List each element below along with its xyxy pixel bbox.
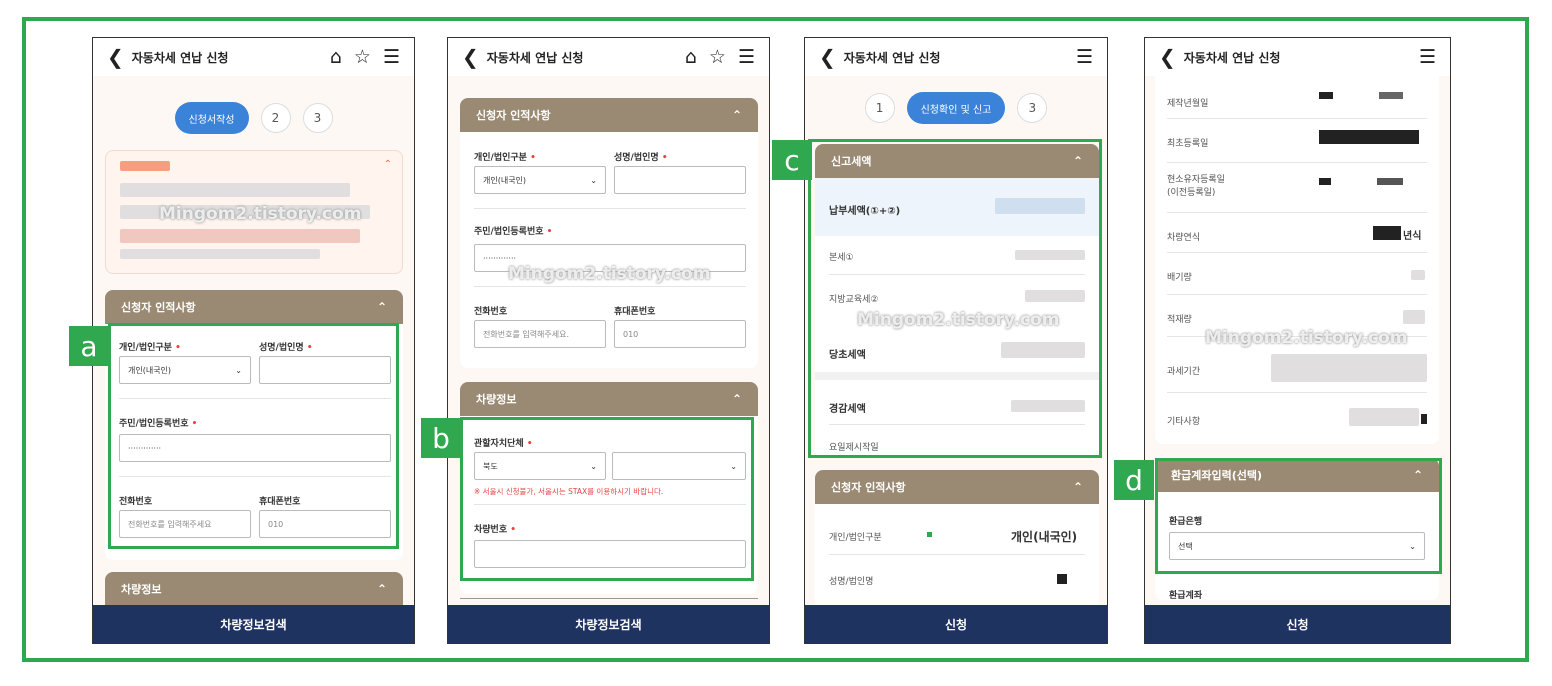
step-1: 신청서작성 <box>174 102 249 134</box>
section-title: 차량정보 <box>121 583 162 596</box>
type-label: 개인/법인구분 <box>829 533 882 543</box>
app-header: ❮ 자동차세 연납 신청 ☰ <box>805 38 1107 76</box>
page-title: 자동차세 연납 신청 <box>131 50 229 65</box>
step-3: 3 <box>302 103 333 133</box>
chevron-up-icon[interactable]: ⌃ <box>1073 480 1083 494</box>
page-title: 자동차세 연납 신청 <box>1183 50 1281 65</box>
vehicle-detail-card: 제작년월일 최초등록일 현소유자등록일 (이전등록일) 차량연식 년식 배기량 … <box>1155 74 1439 444</box>
app-header: ❮ 자동차세 연납 신청 ⌂ ☆ ☰ <box>448 38 769 76</box>
detail-row-label: 차량연식 <box>1167 233 1201 243</box>
watermark: Mingom2.tistory.com <box>508 264 711 284</box>
section-header-applicant[interactable]: 신청자 인적사항 ⌃ <box>815 470 1099 504</box>
detail-row-label: 최초등록일 <box>1167 139 1209 149</box>
label-b: b <box>421 418 461 458</box>
section-title: 신청자 인적사항 <box>831 481 906 494</box>
name-input[interactable] <box>614 166 746 194</box>
section-header-applicant[interactable]: 신청자 인적사항 ⌃ <box>105 290 403 324</box>
step-indicator: 1 신청확인 및 신고 3 <box>805 92 1107 124</box>
name-label: 성명/법인명 <box>829 577 874 587</box>
phone-label: 전화번호 <box>474 307 508 317</box>
section-header-vehicle[interactable]: 차량정보 ⌃ <box>105 572 403 606</box>
detail-row-label: 배기량 <box>1167 273 1192 283</box>
label-d: d <box>1114 460 1154 500</box>
highlight-b <box>460 417 754 581</box>
highlight-d <box>1155 458 1442 574</box>
regno-label: 주민/법인등록번호 • <box>474 227 553 237</box>
menu-icon[interactable]: ☰ <box>738 47 755 67</box>
chevron-up-icon[interactable]: ⌃ <box>377 582 387 596</box>
section-title: 신청자 인적사항 <box>121 301 196 314</box>
page-title: 자동차세 연납 신청 <box>486 50 584 65</box>
back-icon[interactable]: ❮ <box>107 47 124 67</box>
home-icon[interactable]: ⌂ <box>330 47 342 67</box>
account-label: 환급계좌 <box>1169 591 1203 600</box>
home-icon[interactable]: ⌂ <box>685 47 697 67</box>
type-label: 개인/법인구분 • <box>474 153 536 163</box>
watermark: Mingom2.tistory.com <box>1205 328 1408 348</box>
app-header: ❮ 자동차세 연납 신청 ⌂ ☆ ☰ <box>93 38 414 76</box>
detail-row-label: 적재량 <box>1167 315 1192 325</box>
vehicle-search-button[interactable]: 차량정보검색 <box>448 605 769 643</box>
apply-button[interactable]: 신청 <box>1145 605 1450 643</box>
label-c: c <box>772 140 812 180</box>
vehicle-search-button[interactable]: 차량정보검색 <box>93 605 414 643</box>
name-label: 성명/법인명 • <box>614 153 668 163</box>
label-a: a <box>69 326 109 366</box>
detail-row-label: 과세기간 <box>1167 367 1201 377</box>
star-icon[interactable]: ☆ <box>354 47 371 67</box>
star-icon[interactable]: ☆ <box>709 47 726 67</box>
applicant-card: 신청자 인적사항 ⌃ 개인/법인구분 • 성명/법인명 • 개인(내국인) ⌄ 주… <box>460 98 758 368</box>
chevron-up-icon[interactable]: ⌃ <box>732 392 742 406</box>
menu-icon[interactable]: ☰ <box>1419 47 1436 67</box>
page-title: 자동차세 연납 신청 <box>843 50 941 65</box>
chevron-up-icon[interactable]: ⌃ <box>732 108 742 122</box>
step-2: 2 <box>260 103 291 133</box>
detail-row-label: 기타사항 <box>1167 417 1201 427</box>
menu-icon[interactable]: ☰ <box>1076 47 1093 67</box>
watermark: Mingom2.tistory.com <box>159 204 362 224</box>
step-indicator: 신청서작성 2 3 <box>93 102 414 134</box>
phone-input[interactable]: 전화번호를 입력해주세요. <box>474 320 606 348</box>
mobile-input[interactable]: 010 <box>614 320 746 348</box>
app-header: ❮ 자동차세 연납 신청 ☰ <box>1145 38 1450 76</box>
section-header-vehicle[interactable]: 차량정보 ⌃ <box>460 382 758 416</box>
type-select[interactable]: 개인(내국인) ⌄ <box>474 166 606 194</box>
step-2: 신청확인 및 신고 <box>906 92 1006 124</box>
detail-row-label: 제작년월일 <box>1167 99 1209 109</box>
model-year-suffix: 년식 <box>1403 231 1422 242</box>
step-1: 1 <box>864 93 895 123</box>
section-title: 신청자 인적사항 <box>476 109 551 122</box>
back-icon[interactable]: ❮ <box>1159 47 1176 67</box>
back-icon[interactable]: ❮ <box>462 47 479 67</box>
type-value: 개인(내국인) <box>1011 530 1078 544</box>
apply-button[interactable]: 신청 <box>805 605 1107 643</box>
chevron-up-icon[interactable]: ⌃ <box>384 159 392 170</box>
section-header-applicant[interactable]: 신청자 인적사항 ⌃ <box>460 98 758 132</box>
chevron-down-icon: ⌄ <box>590 175 597 185</box>
back-icon[interactable]: ❮ <box>819 47 836 67</box>
menu-icon[interactable]: ☰ <box>383 47 400 67</box>
highlight-c <box>808 139 1102 458</box>
detail-row-label: 현소유자등록일 (이전등록일) <box>1167 175 1225 198</box>
chevron-up-icon[interactable]: ⌃ <box>377 300 387 314</box>
mobile-label: 휴대폰번호 <box>614 307 656 317</box>
step-3: 3 <box>1017 93 1048 123</box>
section-title: 차량정보 <box>476 393 517 406</box>
applicant-card: 신청자 인적사항 ⌃ 개인/법인구분 개인(내국인) 성명/법인명 <box>815 470 1099 610</box>
highlight-a <box>108 323 399 549</box>
